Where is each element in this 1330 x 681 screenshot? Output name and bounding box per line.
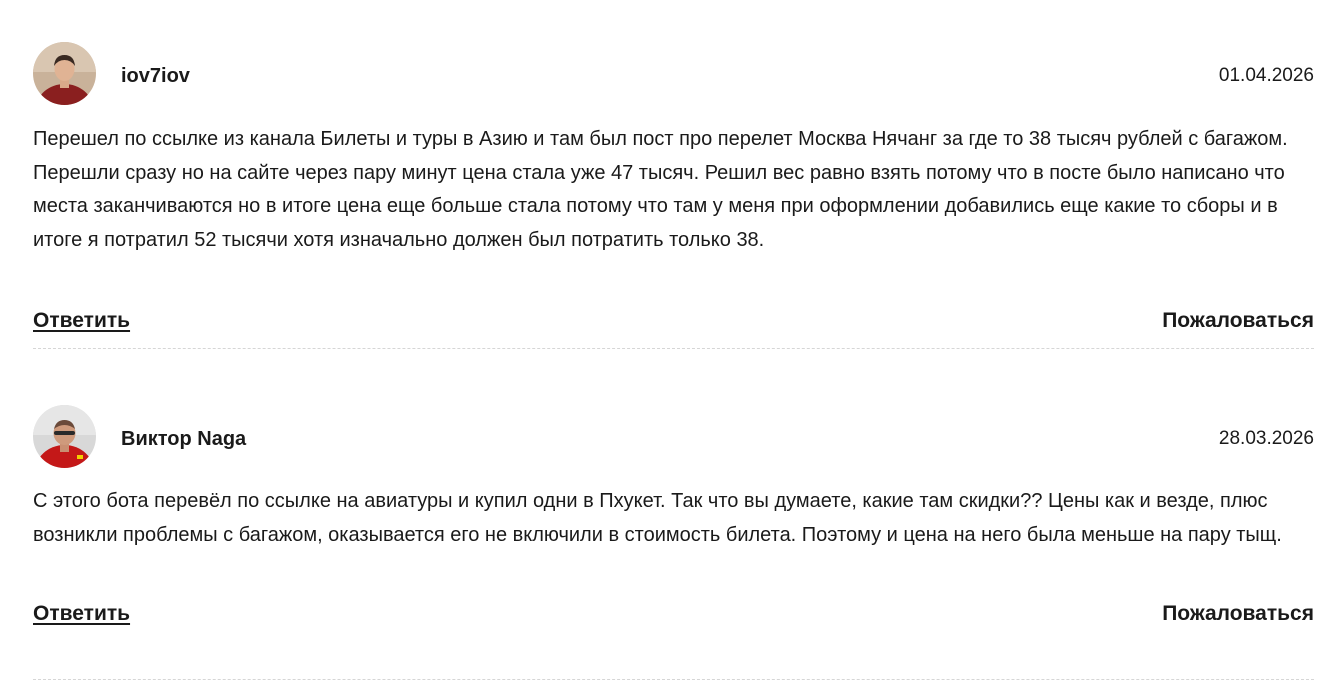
avatar: [33, 42, 96, 105]
comment-header: iov7iov 01.04.2026: [33, 42, 1314, 106]
reply-link[interactable]: Ответить: [33, 308, 130, 334]
comment-item: iov7iov 01.04.2026 Перешел по ссылке из …: [33, 42, 1314, 338]
comment-divider: [33, 679, 1314, 680]
avatar: [33, 405, 96, 468]
comments-list: iov7iov 01.04.2026 Перешел по ссылке из …: [0, 0, 1330, 681]
comment-date: 01.04.2026: [1218, 65, 1314, 86]
comment-header: Виктор Naga 28.03.2026: [33, 405, 1314, 469]
comment-author: iov7iov: [121, 65, 190, 87]
comment-item: Виктор Naga 28.03.2026 С этого бота пере…: [33, 405, 1314, 631]
comment-actions: Ответить Пожаловаться: [33, 601, 1314, 631]
user-photo-avatar-icon: [33, 405, 96, 468]
comment-date: 28.03.2026: [1218, 428, 1314, 449]
report-link[interactable]: Пожаловаться: [1162, 601, 1314, 627]
comment-text: С этого бота перевёл по ссылке на авиату…: [33, 490, 1282, 546]
report-link[interactable]: Пожаловаться: [1162, 308, 1314, 334]
comment-author: Виктор Naga: [121, 428, 247, 450]
comment-text: Перешел по ссылке из канала Билеты и тур…: [33, 128, 1288, 251]
reply-link[interactable]: Ответить: [33, 601, 130, 627]
user-photo-avatar-icon: [33, 42, 96, 105]
comment-actions: Ответить Пожаловаться: [33, 308, 1314, 338]
comment-divider: [33, 348, 1314, 349]
